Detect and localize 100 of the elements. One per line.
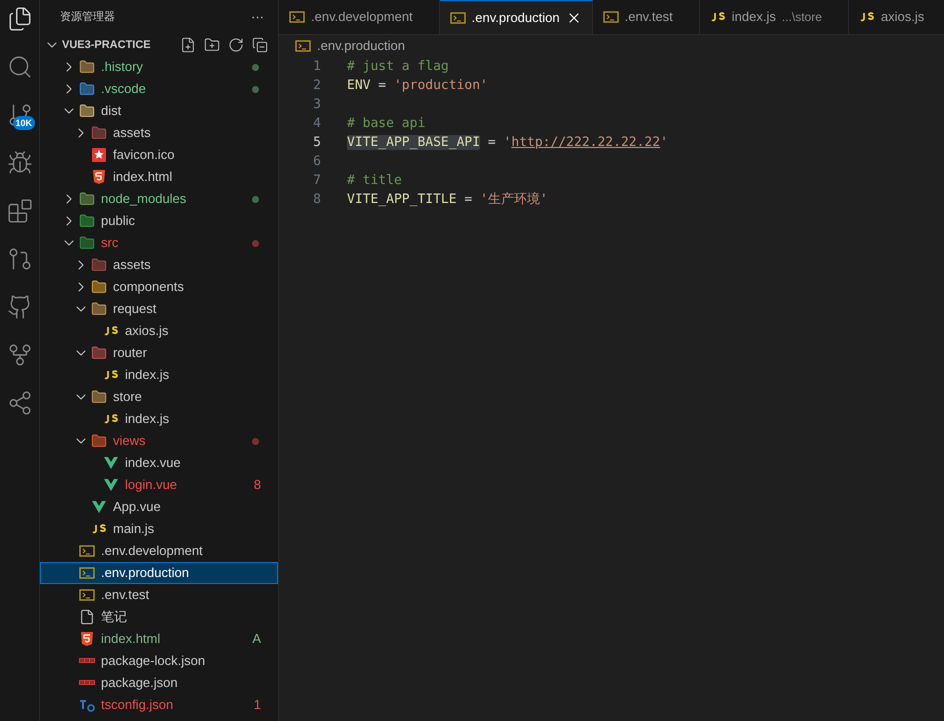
debug-icon[interactable] [6, 150, 32, 176]
line-number: 6 [312, 152, 321, 171]
sidebar-title: 资源管理器 [60, 10, 115, 25]
code-editor[interactable]: 1 # just a flag 2 ENV = 'production' 3 4 # base api 5 VITE_APP_BASE_API = 'http://222.22.22.22' 6 7 # title 8 VITE_APP_TITLE = '生产环境' [279, 57, 944, 721]
code-line: # title [347, 172, 402, 190]
file-row[interactable]: package-lock.json [40, 650, 278, 672]
code-line: VITE_APP_TITLE = '生产环境' [347, 190, 548, 209]
file-row[interactable]: .env.production [40, 562, 278, 584]
search-icon[interactable] [6, 54, 32, 80]
count-badge: 10K [12, 116, 36, 130]
editor-tab[interactable]: .env.production [440, 0, 593, 34]
file-name: src [101, 234, 118, 252]
line-number: 1 [312, 58, 321, 76]
extensions-icon[interactable] [6, 198, 32, 224]
file-row[interactable]: index.html [40, 166, 278, 188]
file-row[interactable]: index.js [40, 408, 278, 430]
file-name: favicon.ico [113, 146, 174, 164]
file-row[interactable]: index.vue [40, 452, 278, 474]
file-name: App.vue [113, 498, 161, 516]
folder-row[interactable]: public [40, 210, 278, 232]
file-name: package.json [101, 674, 178, 692]
git-icon[interactable] [6, 102, 32, 128]
folder-row[interactable]: assets [40, 122, 278, 144]
vue-file-icon [91, 499, 107, 515]
folder-icon [91, 301, 107, 317]
folder-icon [91, 433, 107, 449]
file-row[interactable]: 笔记 [40, 606, 278, 628]
folder-icon [79, 235, 95, 251]
line-number: 7 [312, 172, 321, 190]
folder-row[interactable]: store [40, 386, 278, 408]
folder-icon [79, 103, 95, 119]
collapse-all-icon[interactable] [252, 37, 268, 53]
line-number: 5 [312, 134, 321, 152]
code-line: ENV = 'production' [347, 76, 488, 95]
folder-row[interactable]: dist [40, 100, 278, 122]
folder-row[interactable]: assets [40, 254, 278, 276]
html-file-icon [79, 631, 95, 647]
refresh-icon[interactable] [228, 37, 244, 53]
file-name: dist [101, 102, 122, 120]
file-name: 笔记 [101, 608, 127, 626]
breadcrumb[interactable]: .env.production [317, 36, 405, 56]
file-row[interactable]: login.vue 8 [40, 474, 278, 496]
more-actions-button[interactable]: ··· [251, 7, 264, 27]
file-name: login.vue [125, 476, 178, 494]
folder-row[interactable]: components [40, 276, 278, 298]
file-name: index.html [101, 630, 160, 648]
folder-icon [91, 257, 107, 273]
new-file-icon[interactable] [180, 37, 196, 53]
files-icon[interactable] [6, 6, 32, 32]
file-name: index.js [125, 366, 170, 384]
file-name: request [113, 300, 156, 318]
file-name: store [113, 388, 142, 406]
file-name: package-lock.json [101, 652, 206, 670]
folder-row[interactable]: .vscode [40, 78, 278, 100]
file-row[interactable]: index.js [40, 364, 278, 386]
terminal-file-icon [289, 9, 305, 25]
terminal-file-icon [450, 10, 466, 26]
status-letter: 1 [254, 696, 261, 714]
ts-file-icon [79, 697, 95, 713]
file-name: node_modules [101, 190, 186, 208]
github-icon[interactable] [6, 294, 32, 320]
status-letter: 8 [254, 476, 261, 494]
file-name: .env.production [101, 564, 189, 582]
code-line: VITE_APP_BASE_API = 'http://222.22.22.22' [347, 134, 668, 152]
file-row[interactable]: tsconfig.json 1 [40, 694, 278, 716]
folder-icon [79, 81, 95, 97]
file-row[interactable]: axios.js [40, 320, 278, 342]
file-name: components [113, 278, 184, 296]
file-row[interactable]: index.html A [40, 628, 278, 650]
terminal-file-icon [79, 587, 95, 603]
terminal-file-icon [295, 38, 311, 54]
file-row[interactable]: favicon.ico [40, 144, 278, 166]
file-row[interactable]: .env.development [40, 540, 278, 562]
file-row[interactable]: main.js [40, 518, 278, 540]
folder-row[interactable]: node_modules [40, 188, 278, 210]
line-number: 8 [312, 190, 321, 209]
folder-icon [91, 279, 107, 295]
folder-icon [91, 345, 107, 361]
folder-row[interactable]: request [40, 298, 278, 320]
line-number: 4 [312, 114, 321, 133]
file-name: index.vue [125, 454, 181, 472]
folder-row[interactable]: src [40, 232, 278, 254]
editor-tab[interactable]: .env.test [592, 0, 700, 34]
folder-row[interactable]: router [40, 342, 278, 364]
new-folder-icon[interactable] [204, 37, 220, 53]
branch-icon[interactable] [6, 342, 32, 368]
file-row[interactable]: .env.test [40, 584, 278, 606]
file-name: main.js [113, 520, 154, 538]
project-title[interactable]: VUE3-PRACTICE [62, 36, 151, 54]
folder-row[interactable]: .history [40, 56, 278, 78]
file-name: tsconfig.json [101, 696, 174, 714]
star-file-icon [91, 147, 107, 163]
folder-row[interactable]: views [40, 430, 278, 452]
file-row[interactable]: App.vue [40, 496, 278, 518]
tab-description: ...\store [782, 9, 822, 26]
terminal-file-icon [79, 543, 95, 559]
file-name: index.js [125, 410, 170, 428]
file-row[interactable]: package.json [40, 672, 278, 694]
folder-icon [91, 389, 107, 405]
line-number: 3 [312, 96, 321, 114]
